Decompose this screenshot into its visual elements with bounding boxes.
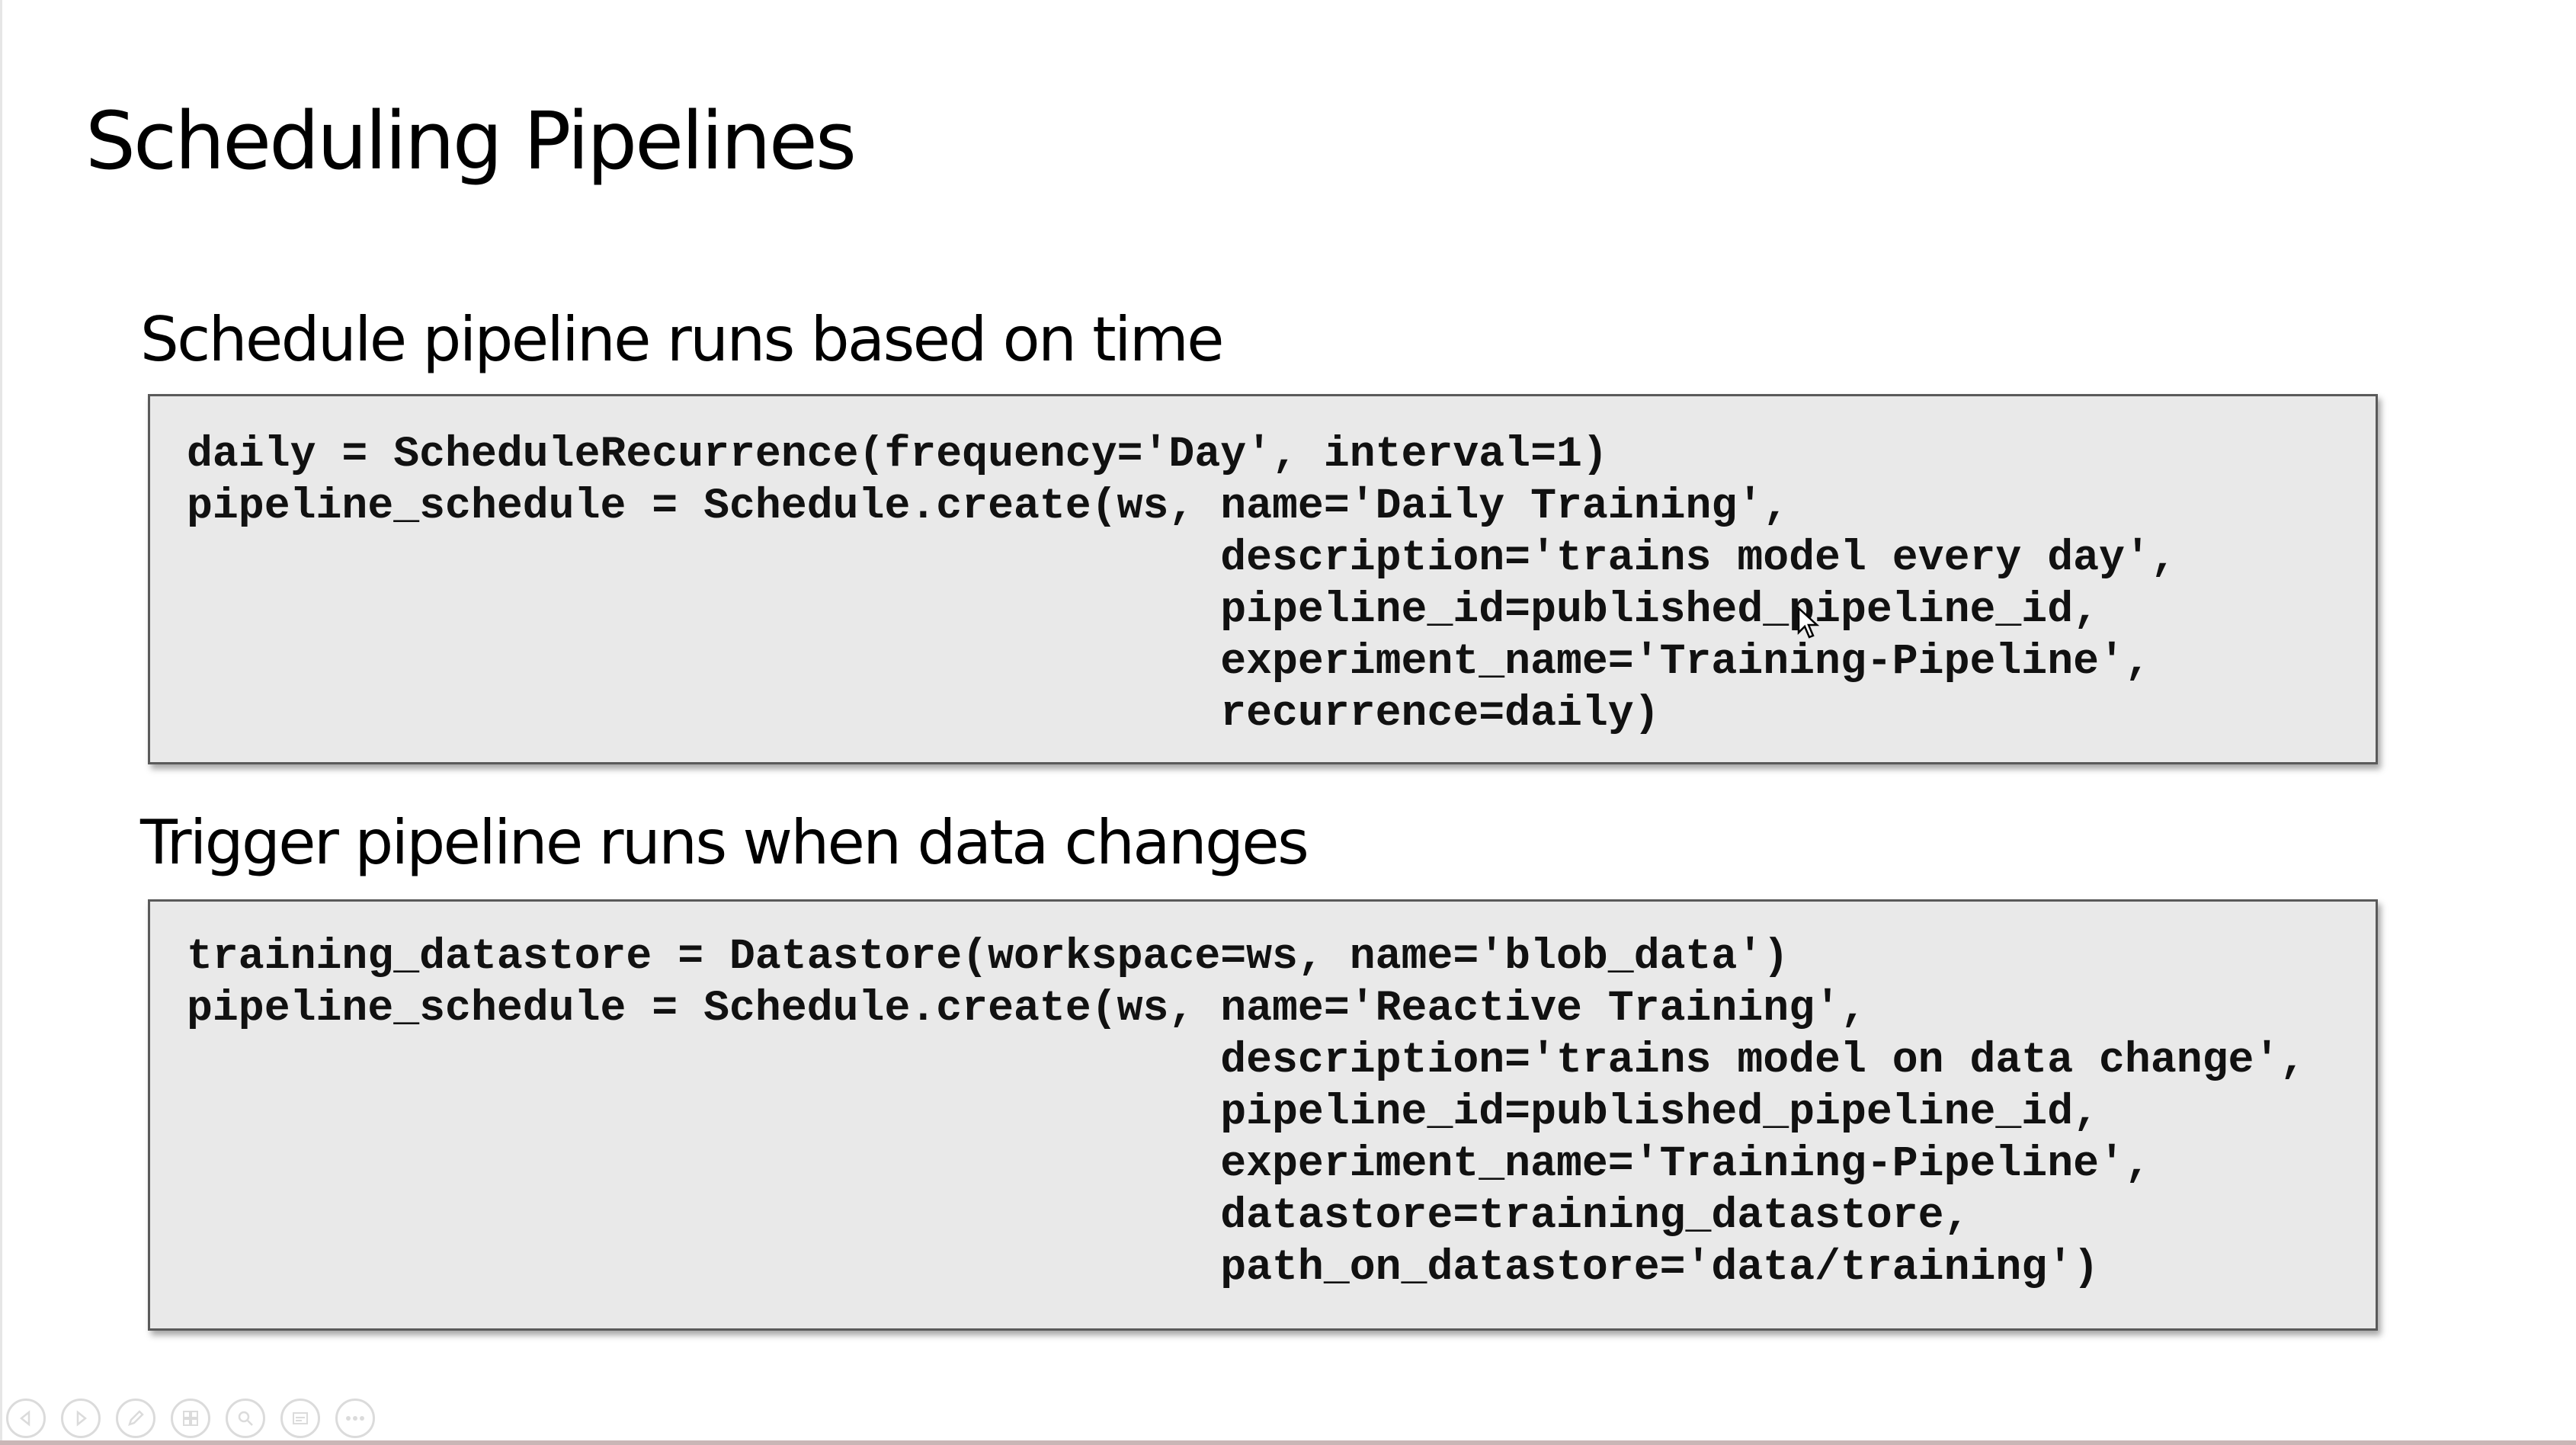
bottom-strip (0, 1440, 2576, 1445)
slides-icon[interactable] (171, 1399, 210, 1438)
code-line: description='trains model on data change… (187, 1036, 2306, 1085)
next-icon[interactable] (61, 1399, 101, 1438)
code-line: daily = ScheduleRecurrence(frequency='Da… (187, 430, 1608, 479)
previous-icon[interactable] (6, 1399, 46, 1438)
code-line: experiment_name='Training-Pipeline', (187, 637, 2151, 686)
code-line: pipeline_schedule = Schedule.create(ws, … (187, 984, 1866, 1033)
code-line: path_on_datastore='data/training') (187, 1243, 2100, 1292)
slide-title: Scheduling Pipelines (85, 95, 857, 187)
zoom-icon[interactable] (226, 1399, 265, 1438)
section-heading-data-change: Trigger pipeline runs when data changes (140, 807, 1309, 878)
code-line: recurrence=daily) (187, 689, 1660, 738)
slideshow-toolbar (6, 1398, 375, 1439)
code-line: training_datastore = Datastore(workspace… (187, 932, 1789, 981)
code-line: pipeline_id=published_pipeline_id, (187, 1088, 2100, 1136)
code-line: pipeline_schedule = Schedule.create(ws, … (187, 482, 1789, 530)
code-box-data-trigger: training_datastore = Datastore(workspace… (148, 899, 2378, 1331)
code-line: datastore=training_datastore, (187, 1191, 1970, 1240)
section-heading-time: Schedule pipeline runs based on time (140, 304, 1225, 375)
code-block-data-trigger: training_datastore = Datastore(workspace… (187, 931, 2305, 1293)
code-line: experiment_name='Training-Pipeline', (187, 1139, 2151, 1188)
subtitles-icon[interactable] (280, 1399, 320, 1438)
code-line: description='trains model every day', (187, 533, 2177, 582)
more-icon[interactable] (335, 1399, 375, 1438)
code-block-time-schedule: daily = ScheduleRecurrence(frequency='Da… (187, 428, 2177, 739)
code-box-time-schedule: daily = ScheduleRecurrence(frequency='Da… (148, 394, 2378, 764)
presentation-slide: Scheduling Pipelines Schedule pipeline r… (0, 0, 2576, 1445)
code-line: pipeline_id=published_pipeline_id, (187, 585, 2100, 634)
pen-icon[interactable] (116, 1399, 155, 1438)
slide-left-edge (0, 0, 2, 1445)
